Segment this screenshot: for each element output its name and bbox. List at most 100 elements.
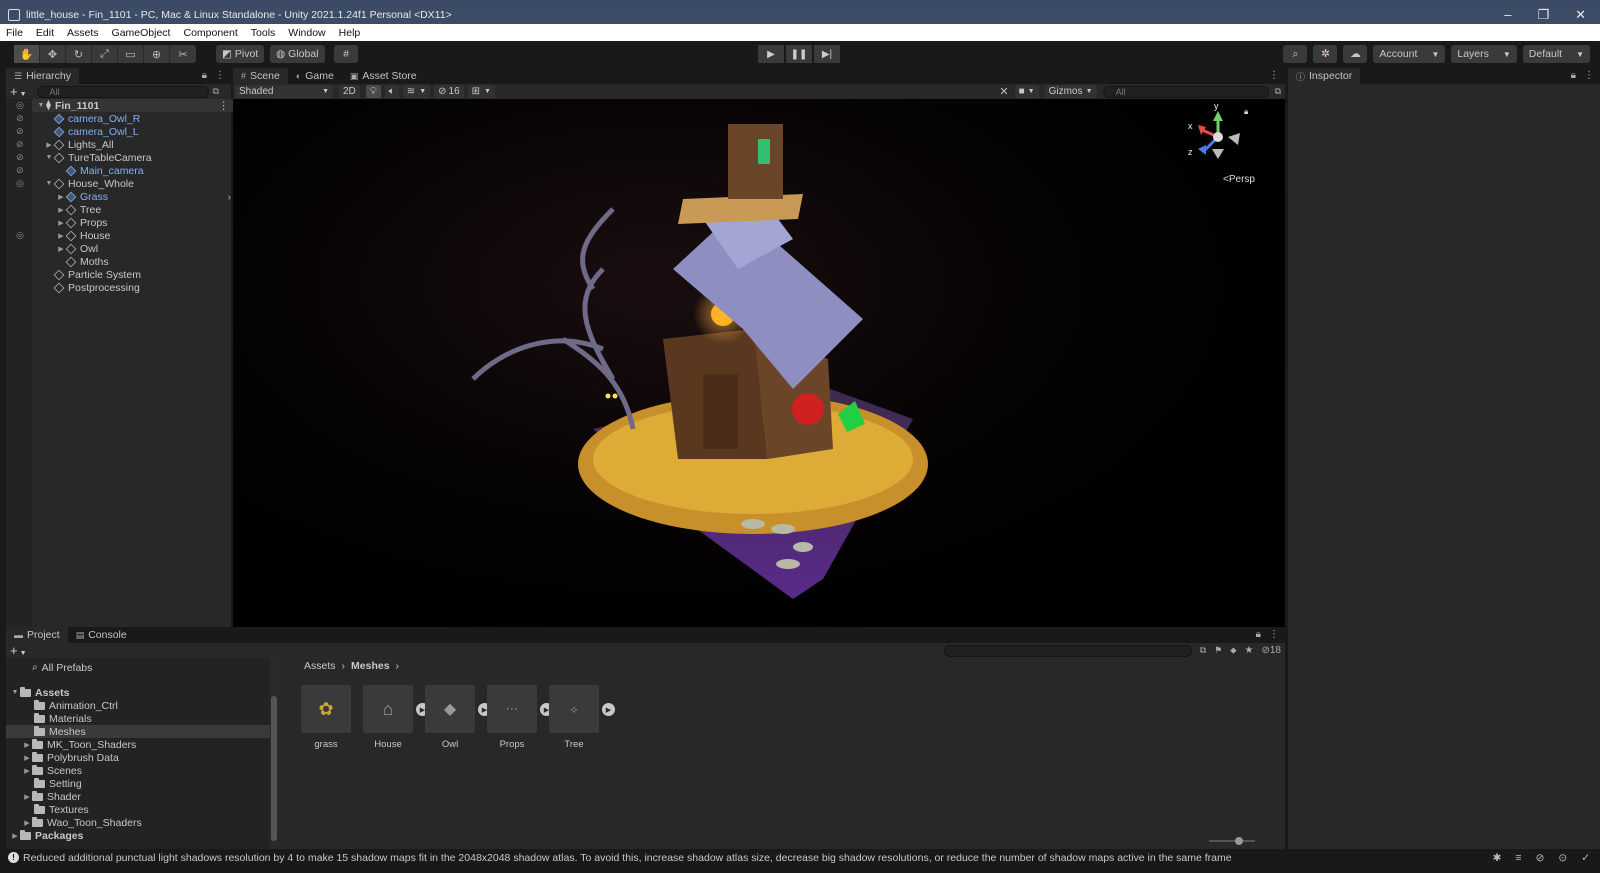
gizmo-lock-icon[interactable]: 🔒︎ (1244, 107, 1248, 117)
thumbnail-size-slider[interactable] (1209, 837, 1255, 845)
hierarchy-item-main-camera[interactable]: Main_camera (65, 164, 144, 177)
tree-item-all-prefabs[interactable]: ⌕ All Prefabs (32, 661, 92, 674)
eye-icon[interactable]: ◎ (16, 100, 24, 111)
shading-mode-dropdown[interactable]: Shaded ▼ (235, 85, 333, 98)
transform-tool-icon[interactable]: ⊕ (144, 45, 170, 63)
expand-arrow-icon[interactable]: ▼ (10, 689, 20, 696)
pause-button[interactable]: ❚❚ (786, 45, 812, 63)
hierarchy-item-owl[interactable]: ▶ Owl (56, 242, 98, 255)
hierarchy-item-house[interactable]: ▶ House (56, 229, 110, 242)
scene-search-input[interactable]: All (1102, 85, 1269, 98)
gizmos-dropdown[interactable]: Gizmos ▼ (1044, 85, 1097, 98)
hierarchy-item-fin-1101[interactable]: ▼ ⧫ Fin_1101 ⋮ (32, 99, 237, 112)
rect-tool-icon[interactable]: ▭ (118, 45, 144, 63)
scale-tool-icon[interactable]: ⤢ (92, 45, 118, 63)
breadcrumb-meshes[interactable]: Meshes (351, 660, 390, 672)
expand-arrow-icon[interactable]: ▶ (22, 819, 32, 827)
check-icon[interactable]: ✓ (1581, 852, 1590, 864)
tree-item-meshes[interactable]: Meshes (6, 725, 278, 738)
hierarchy-item-moths[interactable]: Moths (65, 255, 109, 268)
tab-project[interactable]: ▬ Project (6, 627, 68, 643)
hierarchy-item-particle-system[interactable]: Particle System (53, 268, 141, 281)
asset-tile-props[interactable]: ⋯ ▶ Props (486, 685, 553, 750)
layout-dropdown[interactable]: Default ▼ (1522, 45, 1590, 63)
maximize-button[interactable]: ❐ (1537, 6, 1549, 24)
camera-dropdown[interactable]: ■ ▼ (1014, 85, 1039, 98)
tree-item-setting[interactable]: Setting (34, 777, 82, 790)
tree-item-materials[interactable]: Materials (34, 712, 92, 725)
hierarchy-item-camera-owl-r[interactable]: camera_Owl_R (53, 112, 140, 125)
menu-tools[interactable]: Tools (245, 27, 283, 39)
hierarchy-item-camera-owl-l[interactable]: camera_Owl_L (53, 125, 139, 138)
expand-arrow-icon[interactable]: ▼ (36, 102, 46, 109)
more-menu-icon[interactable]: ⋮ (1269, 70, 1279, 81)
scene-visibility-icon[interactable]: ⧉ (213, 86, 219, 97)
hierarchy-item-lights-all[interactable]: ▶ Lights_All (44, 138, 113, 151)
hierarchy-item-props[interactable]: ▶ Props (56, 216, 107, 229)
search-by-type-icon[interactable]: ⧉ (1200, 645, 1206, 656)
menu-edit[interactable]: Edit (30, 27, 61, 39)
lock-icon[interactable]: 🔒︎ (202, 70, 207, 81)
expand-arrow-icon[interactable]: ▶ (10, 832, 20, 840)
global-toggle[interactable]: ◍ Global (270, 45, 325, 63)
eye-icon[interactable]: ⊘ (16, 113, 24, 124)
project-search-input[interactable] (943, 644, 1192, 657)
expand-arrow-icon[interactable]: ▶ (22, 767, 32, 775)
lock-icon[interactable]: 🔒︎ (1571, 70, 1576, 81)
hierarchy-item-turetablecamera[interactable]: ▼ TureTableCamera (44, 151, 152, 164)
menu-assets[interactable]: Assets (61, 27, 106, 39)
persp-label[interactable]: <Persp (1223, 174, 1255, 185)
close-button[interactable]: ✕ (1575, 6, 1586, 24)
minimize-button[interactable]: – (1504, 6, 1511, 24)
scene-viewport[interactable]: y x z 🔒︎ <Persp (233, 99, 1285, 627)
menu-file[interactable]: File (0, 27, 30, 39)
add-button[interactable]: + ▼ (10, 84, 27, 99)
asset-tile-grass[interactable]: ✿ grass (300, 685, 352, 750)
tab-console[interactable]: ▤ Console (67, 627, 135, 643)
expand-arrow-icon[interactable]: ▶ (22, 793, 32, 801)
stack-icon[interactable]: ≡ (1515, 852, 1521, 864)
lighting-toggle[interactable]: 💡︎ (365, 85, 381, 98)
eye-icon[interactable]: ⊘ (16, 139, 24, 150)
hierarchy-item-house-whole[interactable]: ▼ House_Whole (44, 177, 134, 190)
debug-icon[interactable]: ✱ (1493, 852, 1502, 864)
play-button[interactable]: ▶ (758, 45, 784, 63)
expand-arrow-icon[interactable]: ▶ (22, 741, 32, 749)
tree-item-polybrush-data[interactable]: ▶ Polybrush Data (22, 751, 119, 764)
asset-tile-house[interactable]: ⌂ ▶ House (362, 685, 429, 750)
custom-tool-icon[interactable]: ✂ (170, 45, 196, 63)
collab-button[interactable]: ✲ (1313, 45, 1338, 63)
cache-icon[interactable]: ⊘ (1536, 852, 1545, 864)
grid-toggle[interactable]: ⊞ ▼ (467, 85, 495, 98)
tab-scene[interactable]: # Scene (233, 68, 288, 84)
tree-item-scenes[interactable]: ▶ Scenes (22, 764, 82, 777)
star-icon[interactable]: ★ (1245, 645, 1254, 656)
hidden-packages-toggle[interactable]: ⊘18 (1261, 645, 1281, 656)
hierarchy-item-tree[interactable]: ▶ Tree (56, 203, 101, 216)
hierarchy-item-grass[interactable]: ▶ Grass › (56, 190, 231, 203)
more-menu-icon[interactable]: ⋮ (1269, 629, 1279, 640)
orientation-gizmo[interactable]: y x z 🔒︎ (1188, 101, 1248, 167)
breadcrumb-assets[interactable]: Assets (304, 660, 336, 672)
hierarchy-item-postprocessing[interactable]: Postprocessing (53, 281, 140, 294)
status-message[interactable]: Reduced additional punctual light shadow… (23, 852, 1232, 864)
asset-tile-tree[interactable]: ⟡ ▶ Tree (548, 685, 615, 750)
hand-tool-icon[interactable]: ✋ (14, 45, 40, 63)
tree-item-textures[interactable]: Textures (34, 803, 89, 816)
move-tool-icon[interactable]: ✥ (40, 45, 66, 63)
grid-snap-button[interactable]: # (334, 45, 358, 63)
eye-icon[interactable]: ⊘ (16, 126, 24, 137)
tree-item-shader[interactable]: ▶ Shader (22, 790, 81, 803)
collab-status-icon[interactable]: ⊙ (1558, 852, 1567, 864)
tree-item-packages[interactable]: ▶ Packages (10, 829, 83, 842)
tools-icon[interactable]: ✕ (999, 85, 1008, 98)
tab-hierarchy[interactable]: ☰ Hierarchy (6, 68, 80, 84)
slider-handle[interactable] (1235, 837, 1243, 845)
menu-window[interactable]: Window (282, 27, 332, 39)
tab-asset-store[interactable]: ▣ Asset Store (341, 68, 425, 84)
tree-item-animation-ctrl[interactable]: Animation_Ctrl (34, 699, 118, 712)
chevron-right-icon[interactable]: › (228, 191, 232, 203)
asset-tile-owl[interactable]: ◆ ▶ Owl (424, 685, 491, 750)
tree-item-mk-toon-shaders[interactable]: ▶ MK_Toon_Shaders (22, 738, 136, 751)
tree-item-assets[interactable]: ▼ Assets (10, 686, 69, 699)
